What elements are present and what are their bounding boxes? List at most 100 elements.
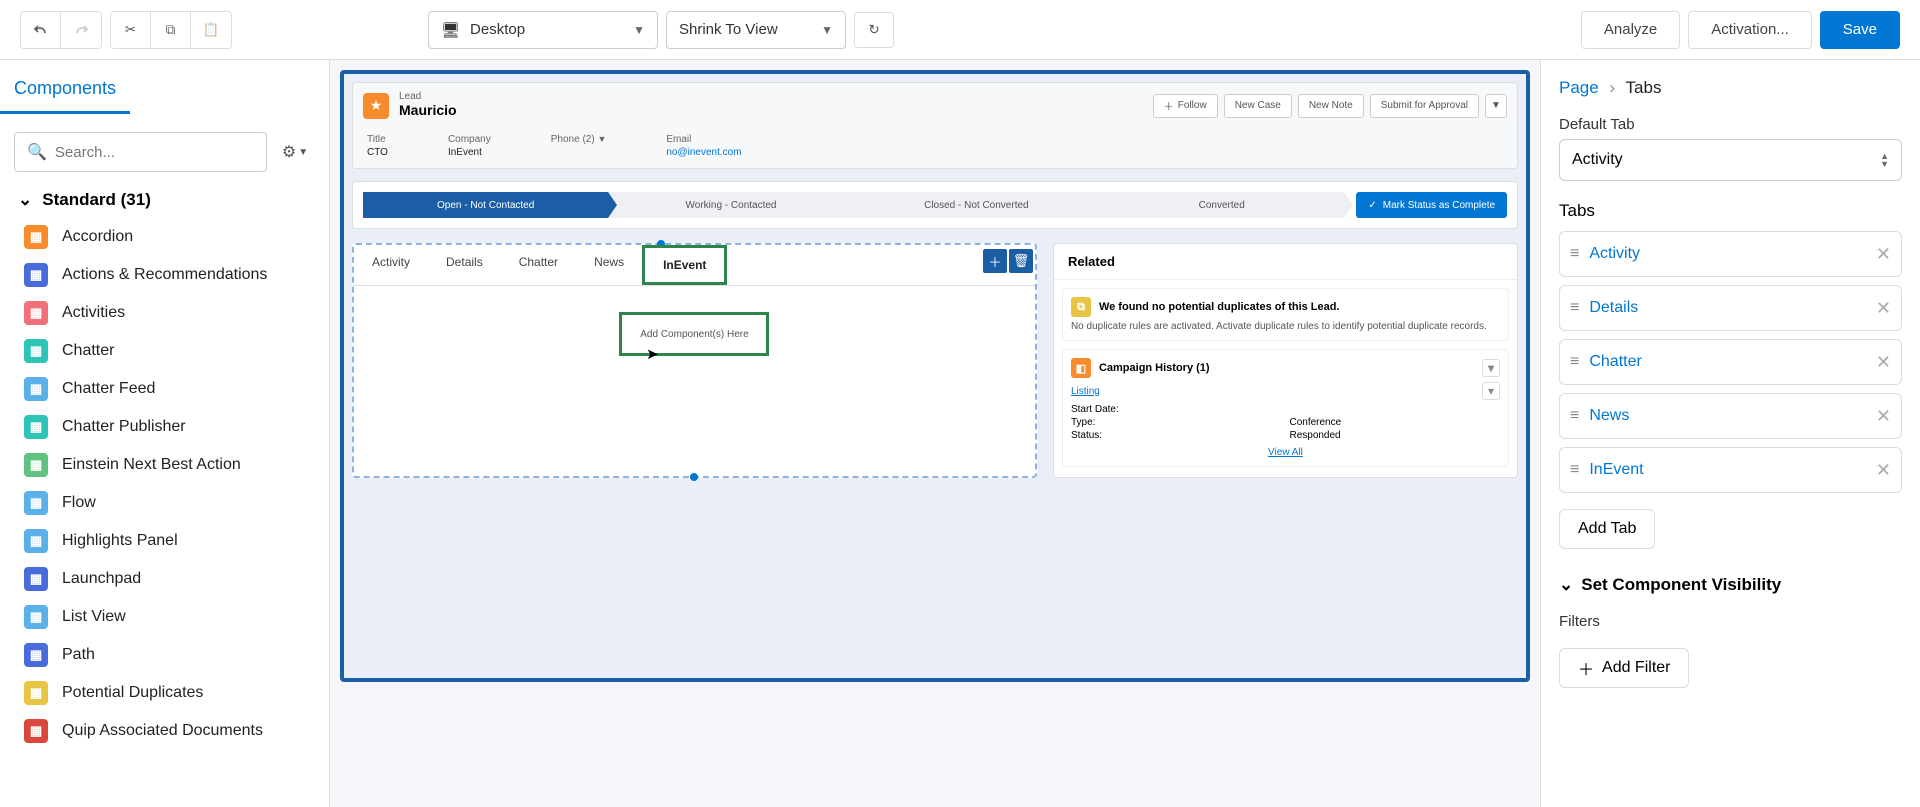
tab-item[interactable]: ≡News✕ (1559, 393, 1902, 439)
new-case-button[interactable]: New Case (1224, 94, 1292, 118)
remove-tab-button[interactable]: ✕ (1876, 298, 1891, 319)
component-item[interactable]: ▦Chatter Publisher (0, 408, 329, 446)
component-item[interactable]: ▦ Launchpad (0, 560, 329, 598)
add-tab-button[interactable]: Add Tab (1559, 509, 1655, 549)
redo-button[interactable] (61, 12, 101, 48)
save-button[interactable]: Save (1820, 11, 1900, 49)
path-component[interactable]: Open - Not Contacted Working - Contacted… (352, 181, 1518, 229)
chevron-down-icon: ⌄ (18, 190, 32, 210)
tab-activity[interactable]: Activity (354, 245, 428, 285)
tab-item[interactable]: ≡Details✕ (1559, 285, 1902, 331)
path-stage[interactable]: Working - Contacted (608, 192, 853, 218)
default-tab-value: Activity (1572, 151, 1623, 169)
path-stage[interactable]: Converted (1099, 192, 1344, 218)
campaign-menu-button[interactable]: ▾ (1482, 359, 1500, 377)
component-label: Launchpad (62, 570, 141, 588)
path-stage[interactable]: Open - Not Contacted (363, 192, 608, 218)
component-item[interactable]: ▦ Activities (0, 294, 329, 332)
duplicates-card: ⧉ We found no potential duplicates of th… (1062, 288, 1509, 341)
tabs-component[interactable]: Activity Details Chatter News InEvent ＋ … (352, 243, 1037, 478)
tab-item[interactable]: ≡ Activity✕ (1559, 231, 1902, 277)
search-input[interactable] (55, 144, 254, 161)
tab-item[interactable]: ≡Chatter✕ (1559, 339, 1902, 385)
remove-tab-button[interactable]: ✕ (1876, 460, 1891, 481)
tab-item[interactable]: ≡InEvent✕ (1559, 447, 1902, 493)
default-tab-select[interactable]: Activity ▲▼ (1559, 139, 1902, 181)
component-item[interactable]: ▦List View (0, 598, 329, 636)
mark-complete-button[interactable]: ✓Mark Status as Complete (1356, 192, 1507, 218)
drag-handle-icon[interactable]: ≡ (1570, 245, 1579, 263)
view-all-link[interactable]: View All (1268, 447, 1303, 458)
visibility-section-toggle[interactable]: ⌄ Set Component Visibility (1559, 575, 1902, 595)
delete-tab-icon-button[interactable]: 🗑 (1009, 249, 1033, 273)
device-label: Desktop (470, 21, 525, 38)
drag-handle-icon[interactable]: ≡ (1570, 407, 1579, 425)
component-icon: ▦ (24, 567, 48, 591)
copy-button[interactable]: ⧉ (151, 12, 191, 48)
add-tab-icon-button[interactable]: ＋ (983, 249, 1007, 273)
component-item[interactable]: ▦Actions & Recommendations (0, 256, 329, 294)
component-item[interactable]: ▦Einstein Next Best Action (0, 446, 329, 484)
duplicates-icon: ⧉ (1071, 297, 1091, 317)
components-tab[interactable]: Components (0, 78, 130, 114)
component-item[interactable]: ▦Flow (0, 484, 329, 522)
top-toolbar: ✂ ⧉ 📋 🖥 Desktop ▼ Shrink To View ▼ ↻ Ana… (0, 0, 1920, 60)
cut-button[interactable]: ✂ (111, 12, 151, 48)
component-item[interactable]: ▦Accordion (0, 218, 329, 256)
tab-news[interactable]: News (576, 245, 642, 285)
selection-handle-bottom[interactable] (690, 473, 698, 481)
campaign-row-menu[interactable]: ▾ (1482, 382, 1500, 400)
component-drop-zone[interactable]: Add Component(s) Here (619, 312, 769, 356)
component-item[interactable]: ▦Quip Associated Documents (0, 712, 329, 750)
component-icon: ▦ (24, 529, 48, 553)
component-label: Actions & Recommendations (62, 266, 267, 284)
highlights-panel[interactable]: ★ Lead Mauricio ＋Follow New Case New Not… (352, 82, 1518, 169)
component-label: Activities (62, 304, 125, 322)
breadcrumb-page[interactable]: Page (1559, 78, 1599, 97)
follow-button[interactable]: ＋Follow (1153, 94, 1218, 118)
device-select[interactable]: 🖥 Desktop ▼ (428, 11, 658, 49)
component-item[interactable]: ▦Path (0, 636, 329, 674)
default-tab-label: Default Tab (1559, 116, 1902, 133)
path-stage[interactable]: Closed - Not Converted (854, 192, 1099, 218)
drag-handle-icon[interactable]: ≡ (1570, 299, 1579, 317)
page-canvas[interactable]: ★ Lead Mauricio ＋Follow New Case New Not… (340, 70, 1530, 682)
component-icon: ▦ (24, 301, 48, 325)
activation-button[interactable]: Activation... (1688, 11, 1812, 49)
component-item[interactable]: ▦Chatter (0, 332, 329, 370)
drag-handle-icon[interactable]: ≡ (1570, 353, 1579, 371)
settings-button[interactable]: ⚙ ▼ (275, 132, 315, 172)
component-label: Highlights Panel (62, 532, 178, 550)
standard-section-toggle[interactable]: ⌄ Standard (31) (0, 184, 329, 218)
tab-inevent[interactable]: InEvent (642, 245, 727, 285)
related-component[interactable]: Related ⧉ We found no potential duplicat… (1053, 243, 1518, 478)
tabs-heading: Tabs (1559, 201, 1902, 221)
undo-button[interactable] (21, 12, 61, 48)
tab-name: Activity (1589, 245, 1876, 263)
drag-handle-icon[interactable]: ≡ (1570, 461, 1579, 479)
remove-tab-button[interactable]: ✕ (1876, 406, 1891, 427)
select-stepper-icon: ▲▼ (1880, 152, 1889, 168)
component-icon: ▦ (24, 377, 48, 401)
tab-details[interactable]: Details (428, 245, 501, 285)
email-link[interactable]: no@inevent.com (666, 147, 741, 158)
component-item[interactable]: ▦Potential Duplicates (0, 674, 329, 712)
record-name: Lead Mauricio (399, 91, 457, 120)
submit-approval-button[interactable]: Submit for Approval (1370, 94, 1479, 118)
refresh-button[interactable]: ↻ (854, 12, 894, 48)
component-item[interactable]: ▦ Highlights Panel (0, 522, 329, 560)
duplicates-title: We found no potential duplicates of this… (1099, 301, 1340, 313)
zoom-select[interactable]: Shrink To View ▼ (666, 11, 846, 49)
action-overflow-button[interactable]: ▼ (1485, 94, 1507, 118)
component-label: Quip Associated Documents (62, 722, 263, 740)
component-item[interactable]: ▦Chatter Feed (0, 370, 329, 408)
component-label: Path (62, 646, 95, 664)
paste-button[interactable]: 📋 (191, 12, 231, 48)
campaign-link[interactable]: Listing (1071, 386, 1100, 397)
add-filter-button[interactable]: ＋ Add Filter (1559, 648, 1689, 688)
remove-tab-button[interactable]: ✕ (1876, 244, 1891, 265)
analyze-button[interactable]: Analyze (1581, 11, 1680, 49)
tab-chatter[interactable]: Chatter (501, 245, 576, 285)
new-note-button[interactable]: New Note (1298, 94, 1364, 118)
remove-tab-button[interactable]: ✕ (1876, 352, 1891, 373)
